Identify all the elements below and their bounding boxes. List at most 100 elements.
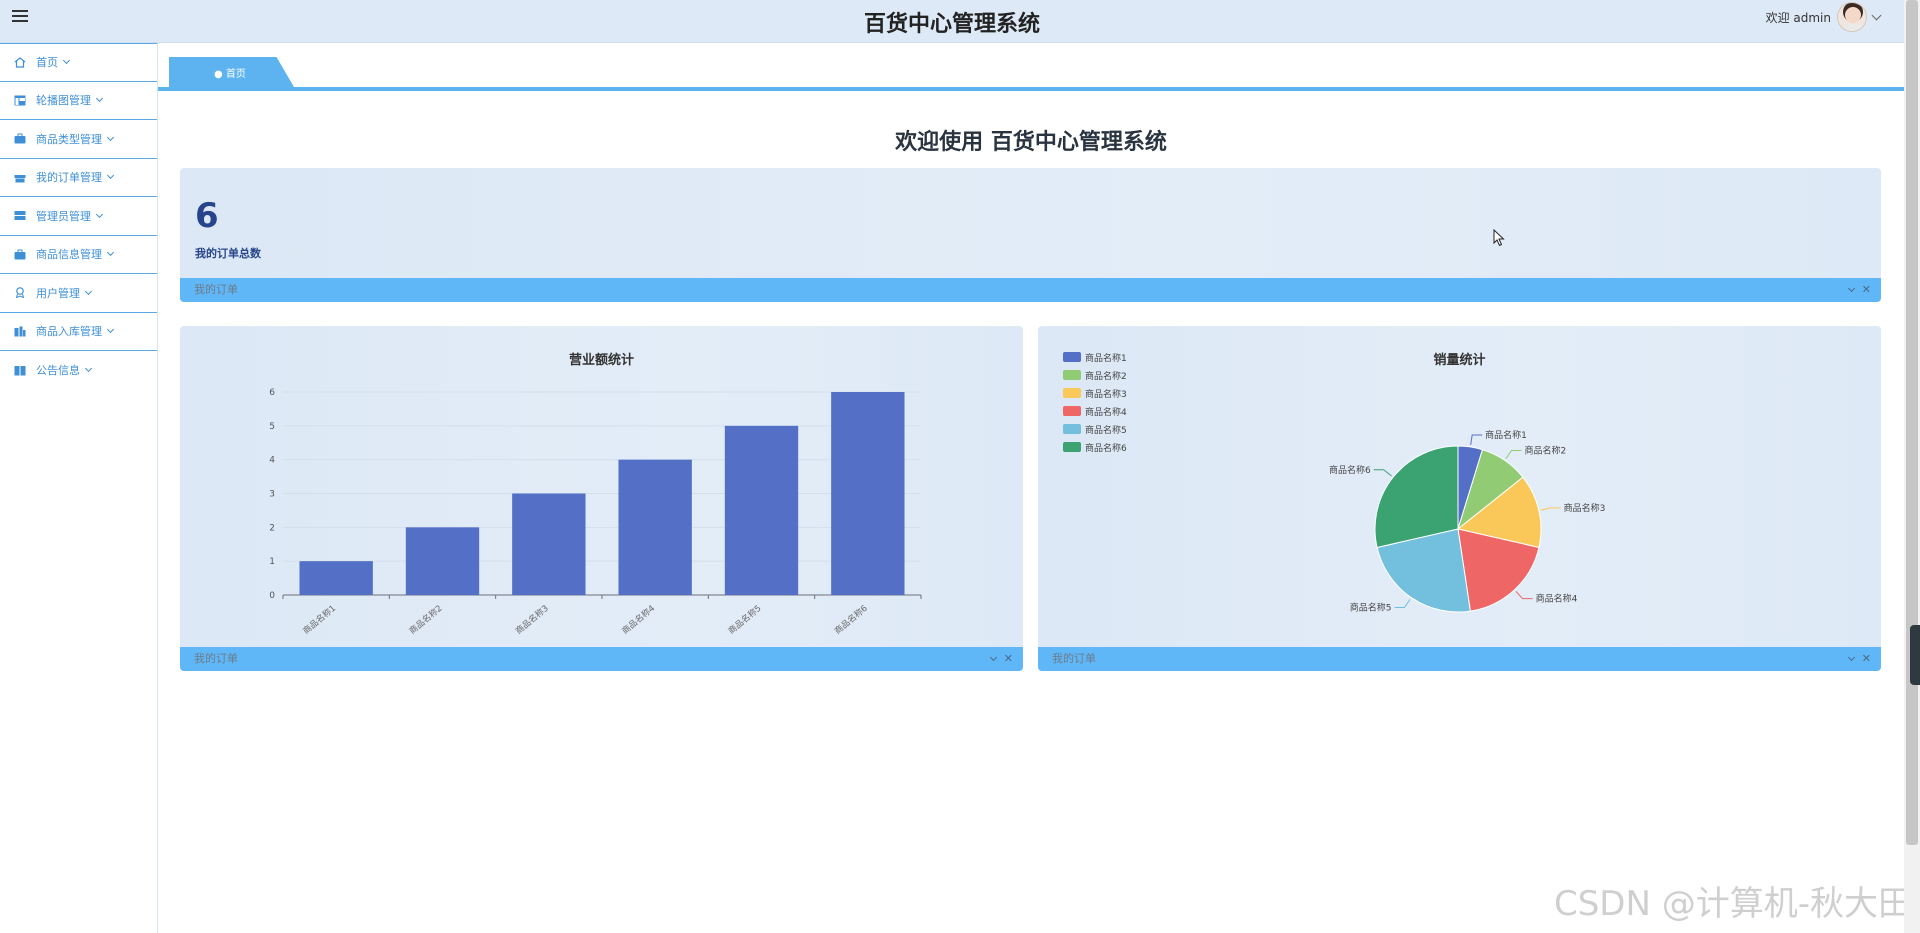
bar: [405, 527, 480, 595]
y-tick-label: 6: [269, 388, 275, 398]
watermark: CSDN @计算机-秋大田: [1553, 884, 1912, 924]
card-footer: 我的订单 ✕: [1038, 647, 1881, 671]
home-icon: [14, 56, 26, 68]
sidebar-item-label: 商品信息管理: [36, 248, 102, 262]
book-icon: [14, 365, 26, 376]
pie-label-line: [1505, 450, 1522, 460]
pie-slice: [1374, 445, 1459, 549]
card-footer-label: 我的订单: [194, 652, 238, 665]
chevron-down-icon[interactable]: [1871, 10, 1882, 20]
collapse-icon[interactable]: [1847, 653, 1855, 662]
x-tick-label: 商品名称6: [832, 603, 869, 637]
app-title: 百货中心管理系统: [863, 12, 1040, 37]
mouse-cursor-icon: [1493, 229, 1505, 247]
sidebar-item-label: 我的订单管理: [36, 171, 102, 185]
chevron-down-icon: [106, 326, 115, 334]
x-tick-label: 商品名称2: [407, 603, 444, 637]
card-footer: 我的订单 ✕: [180, 278, 1881, 302]
bar: [724, 425, 799, 595]
order-count-card: 6 我的订单总数 我的订单 ✕: [180, 168, 1881, 302]
pie-label-line: [1373, 469, 1392, 477]
top-header: 百货中心管理系统 欢迎 admin: [0, 0, 1904, 43]
building-icon: [14, 326, 26, 337]
sidebar-item-notices[interactable]: 公告信息: [0, 351, 157, 390]
user-greeting: 欢迎 admin: [1765, 10, 1831, 25]
sidebar-item-label: 用户管理: [36, 286, 80, 300]
close-icon[interactable]: ✕: [1862, 647, 1871, 671]
x-tick-label: 商品名称5: [726, 603, 763, 637]
avatar[interactable]: [1837, 2, 1867, 32]
briefcase-icon: [14, 249, 26, 260]
sidebar-item-label: 商品入库管理: [36, 325, 102, 339]
pie-chart: 商品名称1 商品名称2 商品名称3 商品名称4 商品名称5 商品名称6: [1329, 429, 1606, 613]
bar: [299, 561, 373, 595]
collapse-icon[interactable]: [1847, 284, 1855, 293]
order-count-value: 6: [195, 196, 219, 236]
gift-icon: [14, 174, 26, 183]
pie-label: 商品名称6: [1329, 464, 1371, 476]
chevron-down-icon: [84, 365, 93, 373]
pie-label-line: [1470, 434, 1483, 446]
sidebar-item-label: 商品类型管理: [36, 132, 102, 146]
badge-icon: [15, 287, 25, 299]
collapse-icon[interactable]: [989, 653, 997, 662]
pie-label-line: [1515, 590, 1533, 600]
chevron-down-icon: [84, 287, 93, 295]
y-tick-label: 1: [269, 557, 275, 567]
sidebar-item-users[interactable]: 用户管理: [0, 274, 157, 313]
tab-bar: ● 首页: [158, 43, 1904, 93]
bar-chart: 0 1 2 3 4 5 6 商品名称1 商品名称2 商品名称3 商品名称4 商品名称5 商品名称6: [269, 388, 922, 637]
close-icon[interactable]: ✕: [1862, 278, 1871, 302]
welcome-heading: 欢迎使用 百货中心管理系统: [895, 130, 1167, 155]
x-tick-label: 商品名称1: [301, 603, 338, 637]
sidebar-item-orders[interactable]: 我的订单管理: [0, 159, 157, 197]
sidebar-item-admins[interactable]: 管理员管理: [0, 197, 157, 236]
y-tick-label: 3: [269, 490, 275, 500]
x-tick-label: 商品名称3: [513, 603, 550, 637]
sidebar-item-product-info[interactable]: 商品信息管理: [0, 236, 157, 274]
sidebar-item-label: 管理员管理: [36, 209, 91, 223]
sidebar: 首页 轮播图管理 商品类型管理 我的订单管理 管理员管理 商品信息管理 用户管理…: [0, 43, 158, 933]
pie-label: 商品名称4: [1536, 593, 1578, 605]
side-widget[interactable]: [1910, 625, 1920, 685]
tab-divider: [158, 87, 1904, 91]
pie-label: 商品名称5: [1350, 601, 1392, 613]
sidebar-item-carousel[interactable]: 轮播图管理: [0, 82, 157, 120]
sidebar-item-label: 首页: [36, 56, 58, 70]
chevron-down-icon: [95, 95, 104, 103]
layout-icon: [14, 95, 26, 106]
bar: [831, 392, 905, 595]
sidebar-item-home[interactable]: 首页: [0, 43, 157, 82]
x-tick-label: 商品名称4: [620, 603, 657, 637]
order-count-label: 我的订单总数: [195, 247, 261, 260]
server-icon: [14, 211, 26, 221]
bar: [512, 493, 586, 595]
user-menu[interactable]: 欢迎 admin: [1765, 2, 1882, 32]
scrollbar[interactable]: [1904, 0, 1920, 933]
pie-label: 商品名称2: [1525, 445, 1567, 457]
pie-label-line: [1540, 507, 1561, 511]
y-tick-label: 0: [269, 591, 275, 601]
tab-home[interactable]: ● 首页: [169, 57, 294, 87]
chevron-down-icon: [106, 133, 115, 141]
chevron-down-icon: [62, 57, 71, 65]
card-footer-label: 我的订单: [1052, 652, 1096, 665]
sales-chart-card: 销量统计 商品名称1 商品名称2 商品名称3 商品名称4 商品名称5 商品名称6 商品名称…: [1038, 326, 1881, 671]
y-tick-label: 4: [269, 456, 275, 466]
close-icon[interactable]: ✕: [1004, 647, 1013, 671]
card-footer-label: 我的订单: [194, 283, 238, 296]
pie-label: 商品名称1: [1485, 429, 1527, 441]
pie-label: 商品名称3: [1564, 502, 1606, 514]
revenue-chart-card: 营业额统计 0 1 2 3 4 5 6 商品名称1 商品名称2 商品名称3 商品名称4 商品名称5 商品…: [180, 326, 1023, 671]
pie-label-line: [1394, 598, 1411, 608]
sidebar-item-product-type[interactable]: 商品类型管理: [0, 120, 157, 159]
card-footer: 我的订单 ✕: [180, 647, 1023, 671]
chevron-down-icon: [106, 249, 115, 257]
scrollbar-thumb[interactable]: [1906, 0, 1918, 845]
sidebar-item-stock-in[interactable]: 商品入库管理: [0, 313, 157, 351]
y-tick-label: 5: [269, 422, 275, 432]
sidebar-item-label: 公告信息: [36, 364, 80, 378]
y-tick-label: 2: [269, 523, 275, 533]
chevron-down-icon: [95, 210, 104, 218]
briefcase-icon: [14, 133, 26, 144]
